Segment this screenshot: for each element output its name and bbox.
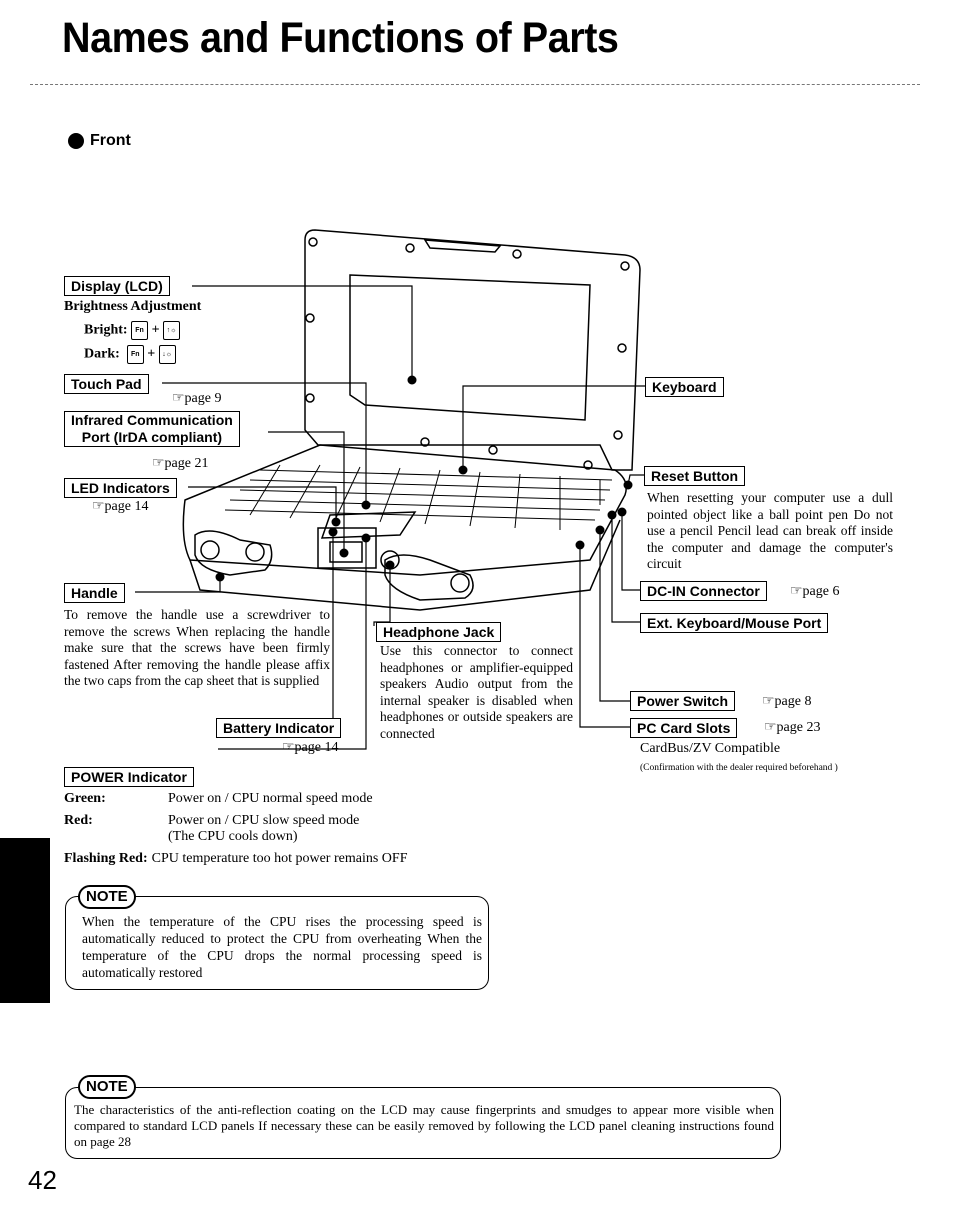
page-number: 42	[28, 1165, 57, 1195]
leader-extport	[611, 515, 640, 623]
label-keyboard: Keyboard	[645, 377, 724, 397]
handle-description: To remove the handle use a screwdriver t…	[64, 607, 330, 688]
power-meaning-sub: (The CPU cools down)	[168, 829, 298, 844]
infrared-label-line2: Port (IrDA compliant)	[81, 429, 223, 445]
label-pc-card-slots: PC Card Slots	[630, 718, 738, 738]
dcin-page-ref: ☞page 6	[790, 584, 840, 599]
led-page-ref: ☞page 14	[92, 499, 149, 514]
dot-extport	[607, 510, 617, 520]
reset-description: When resetting your computer use a dull …	[647, 490, 893, 571]
touchpad-page-ref: ☞page 9	[172, 391, 222, 406]
power-meaning: Power on / CPU slow speed mode	[168, 812, 360, 828]
screen-outline	[349, 274, 591, 421]
note-tag: NOTE	[78, 1075, 136, 1099]
base-front	[189, 519, 621, 611]
fn-key-icon: Fn	[126, 345, 144, 364]
note-tag: NOTE	[78, 885, 136, 909]
pccard-page-ref: ☞page 23	[764, 720, 821, 735]
leader-display	[192, 285, 413, 380]
power-row-red: Red: Power on / CPU slow speed mode (The…	[64, 813, 407, 846]
leader-dcin	[621, 512, 640, 591]
brightness-dark: Dark: Fn + ↓☼	[84, 345, 176, 364]
dot-headphone	[385, 560, 395, 570]
label-reset-button: Reset Button	[644, 466, 746, 486]
note-text-lcd: The characteristics of the anti-reflecti…	[74, 1102, 774, 1149]
power-meaning: Power on / CPU normal speed mode	[168, 791, 373, 806]
label-infrared-port: Infrared Communication Port (IrDA compli…	[64, 411, 240, 447]
dot-powerswitch	[595, 525, 605, 535]
power-state: Green:	[64, 791, 106, 806]
dot-power-indicator	[361, 533, 371, 543]
dot-touchpad	[361, 500, 371, 510]
handle-left	[194, 530, 273, 576]
label-led-indicators: LED Indicators	[64, 478, 177, 498]
label-ext-keyboard-mouse-port: Ext. Keyboard/Mouse Port	[640, 613, 829, 633]
plus-sign: +	[151, 322, 160, 338]
dot-pccard	[575, 540, 585, 550]
dot-dcin	[617, 507, 627, 517]
infrared-page-ref: ☞page 21	[152, 456, 209, 471]
pccard-compat: CardBus/ZV Compatible	[640, 741, 781, 756]
power-state: Red:	[64, 812, 93, 828]
power-row-green: Green: Power on / CPU normal speed mode	[64, 791, 407, 808]
label-power-indicator: POWER Indicator	[64, 767, 194, 787]
power-indicator-table: Green: Power on / CPU normal speed mode …	[64, 791, 407, 867]
lid-outline	[304, 229, 641, 471]
fn-key-icon: Fn	[131, 321, 149, 340]
brightness-down-key-icon: ↓☼	[158, 345, 176, 364]
power-meaning: CPU temperature too hot power remains OF…	[151, 850, 408, 866]
label-display-lcd: Display (LCD)	[64, 276, 170, 296]
brightness-up-key-icon: ↑☼	[163, 321, 181, 340]
power-state: Flashing Red:	[64, 850, 148, 866]
infrared-label-line1: Infrared Communication	[71, 412, 233, 428]
plus-sign: +	[147, 346, 156, 362]
dot-keyboard	[458, 465, 468, 475]
label-battery-indicator: Battery Indicator	[216, 718, 342, 738]
label-power-switch: Power Switch	[630, 691, 736, 711]
label-headphone-jack: Headphone Jack	[376, 622, 502, 642]
pccard-note: (Confirmation with the dealer required b…	[640, 763, 838, 773]
dot-infrared	[339, 548, 349, 558]
leader-keyboard	[462, 385, 645, 470]
brightness-bright: Bright: Fn + ↑☼	[84, 321, 181, 340]
label-handle: Handle	[64, 583, 125, 603]
power-row-flashing-red: Flashing Red: CPU temperature too hot po…	[64, 851, 407, 868]
chapter-tab	[0, 838, 50, 1003]
note-text-cpu: When the temperature of the CPU rises th…	[82, 914, 482, 980]
dot-handle	[215, 572, 225, 582]
powerswitch-page-ref: ☞page 8	[762, 694, 812, 709]
dot-led	[331, 517, 341, 527]
battery-page-ref: ☞page 14	[282, 740, 339, 755]
leader-headphone	[373, 565, 391, 626]
dot-display	[407, 375, 417, 385]
headphone-description: Use this connector to connect headphones…	[380, 643, 573, 741]
label-touch-pad: Touch Pad	[64, 374, 149, 394]
dot-reset	[623, 480, 633, 490]
bright-label: Bright:	[84, 322, 128, 338]
label-dc-in-connector: DC-IN Connector	[640, 581, 767, 601]
brightness-heading: Brightness Adjustment	[64, 299, 202, 314]
leader-handle	[135, 577, 221, 593]
dark-label: Dark:	[84, 346, 120, 362]
dot-battery	[328, 527, 338, 537]
